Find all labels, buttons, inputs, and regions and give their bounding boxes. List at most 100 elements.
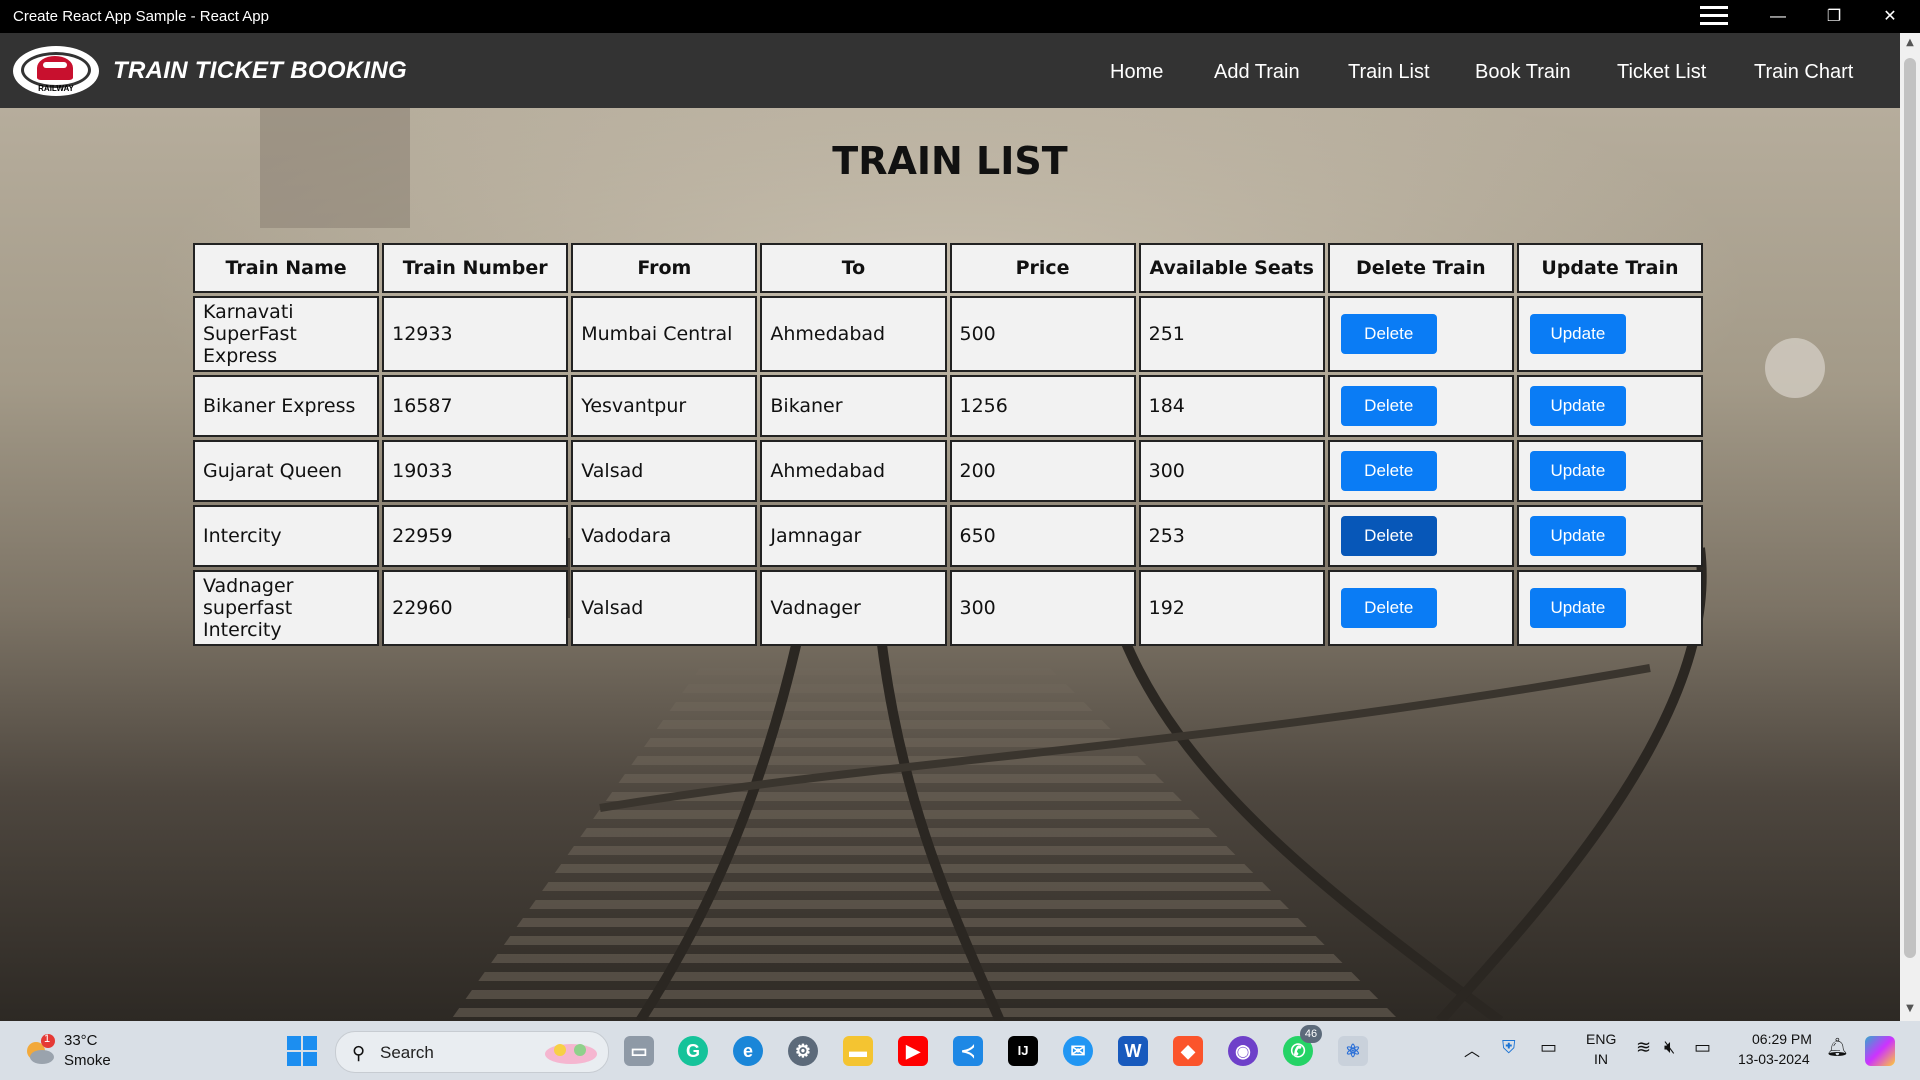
price-cell: 650 bbox=[949, 505, 1136, 567]
nav-ticket-list[interactable]: Ticket List bbox=[1617, 61, 1706, 84]
train-number-cell: 22960 bbox=[382, 570, 569, 646]
update-button[interactable]: Update bbox=[1529, 451, 1626, 491]
brave-browser-icon[interactable]: ◆ bbox=[1173, 1036, 1203, 1066]
train-name-cell: Vadnager superfast Intercity bbox=[193, 570, 380, 646]
speaker-muted-icon[interactable]: 🔇︎ bbox=[1664, 1037, 1675, 1058]
vertical-scrollbar[interactable]: ▲ ▼ bbox=[1900, 33, 1920, 1021]
display-icon[interactable]: ▭ bbox=[1540, 1037, 1557, 1058]
weather-temp[interactable]: 33°C bbox=[64, 1032, 98, 1049]
chevron-up-icon[interactable]: ︿ bbox=[1464, 1037, 1480, 1061]
to-cell: Bikaner bbox=[760, 375, 947, 437]
seats-cell: 192 bbox=[1138, 570, 1325, 646]
clock-time[interactable]: 06:29 PM bbox=[1752, 1031, 1812, 1047]
col-update-train: Update Train bbox=[1516, 243, 1703, 293]
update-button[interactable]: Update bbox=[1529, 386, 1626, 426]
nav-home[interactable]: Home bbox=[1110, 61, 1163, 84]
train-number-cell: 22959 bbox=[382, 505, 569, 567]
window-titlebar: Create React App Sample - React App — ❐ … bbox=[0, 0, 1920, 33]
nav-train-list[interactable]: Train List bbox=[1348, 61, 1430, 84]
train-name-cell: Gujarat Queen bbox=[193, 440, 380, 502]
scroll-up-arrow-icon[interactable]: ▲ bbox=[1900, 37, 1920, 48]
to-cell: Vadnager bbox=[760, 570, 947, 646]
react-app-icon[interactable]: ⚛ bbox=[1338, 1036, 1368, 1066]
page-title: TRAIN LIST bbox=[832, 139, 1068, 183]
update-button[interactable]: Update bbox=[1529, 588, 1626, 628]
table-row: Bikaner Express 16587 Yesvantpur Bikaner… bbox=[193, 375, 1703, 437]
price-cell: 300 bbox=[949, 570, 1136, 646]
train-name-cell: Bikaner Express bbox=[193, 375, 380, 437]
github-icon[interactable]: ◉ bbox=[1228, 1036, 1258, 1066]
messenger-icon[interactable]: ✉ bbox=[1063, 1036, 1093, 1066]
update-cell: Update bbox=[1516, 570, 1703, 646]
battery-icon[interactable]: ▭ bbox=[1694, 1037, 1711, 1058]
seats-cell: 251 bbox=[1138, 296, 1325, 372]
col-train-number: Train Number bbox=[382, 243, 569, 293]
delete-button[interactable]: Delete bbox=[1340, 314, 1437, 354]
brand-title[interactable]: TRAIN TICKET BOOKING bbox=[113, 57, 407, 85]
close-button[interactable]: ✕ bbox=[1862, 0, 1918, 33]
update-button[interactable]: Update bbox=[1529, 516, 1626, 556]
minimize-button[interactable]: — bbox=[1750, 0, 1806, 33]
taskbar-search-box[interactable]: ⚲ Search bbox=[335, 1031, 609, 1073]
table-row: Gujarat Queen 19033 Valsad Ahmedabad 200… bbox=[193, 440, 1703, 502]
table-row: Vadnager superfast Intercity 22960 Valsa… bbox=[193, 570, 1703, 646]
language-label[interactable]: ENG bbox=[1586, 1031, 1616, 1047]
whatsapp-badge: 46 bbox=[1300, 1025, 1322, 1043]
settings-gear-icon[interactable]: ⚙ bbox=[788, 1036, 818, 1066]
delete-button[interactable]: Delete bbox=[1340, 588, 1437, 628]
region-label[interactable]: IN bbox=[1594, 1051, 1608, 1067]
delete-button[interactable]: Delete bbox=[1340, 516, 1437, 556]
vscode-icon[interactable]: ≺ bbox=[953, 1036, 983, 1066]
nav-add-train[interactable]: Add Train bbox=[1214, 61, 1300, 84]
search-placeholder: Search bbox=[380, 1043, 434, 1062]
wifi-icon[interactable]: ≋ bbox=[1636, 1037, 1651, 1058]
clock-date[interactable]: 13-03-2024 bbox=[1738, 1051, 1810, 1067]
scrollbar-thumb[interactable] bbox=[1904, 58, 1916, 958]
railway-logo[interactable]: RAILWAY bbox=[13, 46, 99, 96]
update-cell: Update bbox=[1516, 505, 1703, 567]
from-cell: Valsad bbox=[571, 440, 758, 502]
to-cell: Ahmedabad bbox=[760, 296, 947, 372]
youtube-icon[interactable]: ▶ bbox=[898, 1036, 928, 1066]
delete-cell: Delete bbox=[1327, 375, 1514, 437]
window-title: Create React App Sample - React App bbox=[13, 8, 269, 25]
price-cell: 1256 bbox=[949, 375, 1136, 437]
delete-cell: Delete bbox=[1327, 296, 1514, 372]
update-button[interactable]: Update bbox=[1529, 314, 1626, 354]
security-shield-icon[interactable]: ⛨ bbox=[1502, 1037, 1516, 1058]
scroll-down-arrow-icon[interactable]: ▼ bbox=[1900, 1003, 1920, 1014]
edge-browser-icon[interactable]: e bbox=[733, 1036, 763, 1066]
from-cell: Vadodara bbox=[571, 505, 758, 567]
to-cell: Ahmedabad bbox=[760, 440, 947, 502]
main-content: TRAIN LIST Train Name Train Number From … bbox=[0, 108, 1900, 1021]
delete-button[interactable]: Delete bbox=[1340, 386, 1437, 426]
word-icon[interactable]: W bbox=[1118, 1036, 1148, 1066]
col-to: To bbox=[760, 243, 947, 293]
weather-badge: 1 bbox=[44, 1033, 51, 1045]
windows-start-icon[interactable] bbox=[286, 1035, 318, 1067]
nav-book-train[interactable]: Book Train bbox=[1475, 61, 1571, 84]
intellij-icon[interactable]: IJ bbox=[1008, 1036, 1038, 1066]
from-cell: Yesvantpur bbox=[571, 375, 758, 437]
seats-cell: 300 bbox=[1138, 440, 1325, 502]
maximize-button[interactable]: ❐ bbox=[1806, 0, 1862, 33]
col-from: From bbox=[571, 243, 758, 293]
file-explorer-icon[interactable]: ▬ bbox=[843, 1036, 873, 1066]
notification-bell-icon[interactable]: 🔔︎ bbox=[1826, 1037, 1849, 1058]
nav-train-chart[interactable]: Train Chart bbox=[1754, 61, 1853, 84]
navbar: RAILWAY TRAIN TICKET BOOKING Home Add Tr… bbox=[0, 33, 1900, 108]
train-name-cell: Karnavati SuperFast Express bbox=[193, 296, 380, 372]
weather-condition[interactable]: Smoke bbox=[64, 1052, 111, 1069]
delete-button[interactable]: Delete bbox=[1340, 451, 1437, 491]
table-header-row: Train Name Train Number From To Price Av… bbox=[193, 243, 1703, 293]
delete-cell: Delete bbox=[1327, 440, 1514, 502]
table-row: Karnavati SuperFast Express 12933 Mumbai… bbox=[193, 296, 1703, 372]
delete-cell: Delete bbox=[1327, 570, 1514, 646]
grammarly-icon[interactable]: G bbox=[678, 1036, 708, 1066]
weather-icon[interactable] bbox=[22, 1033, 56, 1067]
train-number-cell: 19033 bbox=[382, 440, 569, 502]
task-view-icon[interactable]: ▭ bbox=[624, 1036, 654, 1066]
col-price: Price bbox=[949, 243, 1136, 293]
menu-icon[interactable] bbox=[1700, 6, 1728, 26]
copilot-icon[interactable] bbox=[1865, 1036, 1895, 1066]
